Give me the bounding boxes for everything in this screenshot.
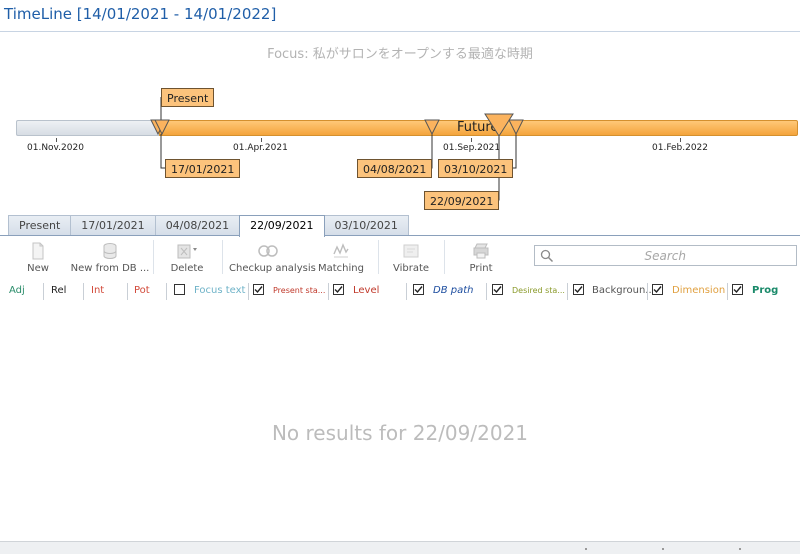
delete-label: Delete	[170, 263, 204, 274]
checkmark-icon	[414, 286, 423, 294]
filter-separator	[727, 283, 728, 300]
vibrate-icon	[403, 244, 419, 258]
tab-22-09-2021[interactable]: 22/09/2021	[239, 215, 325, 237]
matching-icon	[333, 243, 349, 258]
filter-separator	[83, 283, 84, 300]
filter-rel[interactable]: Rel	[51, 283, 66, 299]
resize-grip-dot	[739, 548, 741, 550]
search-placeholder: Search	[644, 249, 687, 263]
dimension-checkbox[interactable]	[652, 284, 663, 295]
vibrate-label: Vibrate	[393, 263, 430, 274]
marker-04-08-icon	[424, 119, 440, 136]
delete-icon	[177, 244, 197, 259]
toolbar-separator	[378, 240, 379, 274]
vibrate-button[interactable]: Vibrate	[393, 238, 429, 276]
filter-background[interactable]: Backgroun...	[592, 283, 655, 299]
checkmark-icon	[334, 286, 343, 294]
filter-desired-state[interactable]: Desired sta...	[512, 283, 565, 299]
checkmark-icon	[254, 286, 263, 294]
filter-separator	[248, 283, 249, 300]
prog-checkbox[interactable]	[732, 284, 743, 295]
new-from-db-button[interactable]: New from DB ...	[70, 238, 150, 276]
present-marker-label[interactable]: Present	[161, 88, 215, 107]
matching-label: Matching	[318, 263, 364, 274]
filter-prog[interactable]: Prog	[752, 283, 778, 299]
db-path-checkbox[interactable]	[413, 284, 424, 295]
search-input[interactable]: Search	[534, 245, 797, 266]
filter-separator	[406, 283, 407, 300]
filter-separator	[647, 283, 648, 300]
print-icon	[473, 243, 489, 259]
filter-separator	[486, 283, 487, 300]
desired-state-checkbox[interactable]	[492, 284, 503, 295]
background-checkbox[interactable]	[573, 284, 584, 295]
filter-int[interactable]: Int	[91, 283, 104, 299]
filter-separator	[127, 283, 128, 300]
date-tabs: Present 17/01/2021 04/08/2021 22/09/2021…	[8, 215, 409, 237]
filter-pot[interactable]: Pot	[134, 283, 150, 299]
filter-separator	[567, 283, 568, 300]
print-label: Print	[469, 263, 493, 274]
tab-present[interactable]: Present	[8, 215, 72, 236]
level-checkbox[interactable]	[333, 284, 344, 295]
timeline-markers	[150, 97, 524, 201]
toolbar-separator	[222, 240, 223, 274]
filter-separator	[328, 283, 329, 300]
new-from-db-label: New from DB ...	[70, 263, 150, 274]
marker-22-09-label[interactable]: 22/09/2021	[424, 191, 500, 210]
marker-17-01-label[interactable]: 17/01/2021	[165, 159, 241, 178]
marker-03-10-icon	[508, 119, 524, 136]
focus-text-checkbox[interactable]	[174, 284, 185, 295]
filter-focus-text[interactable]: Focus text	[194, 283, 245, 299]
filter-separator	[166, 283, 167, 300]
resize-grip-dot	[585, 548, 587, 550]
filter-db-path[interactable]: DB path	[433, 283, 473, 299]
database-icon	[103, 243, 117, 259]
print-button[interactable]: Print	[464, 238, 498, 276]
checkmark-icon	[493, 286, 502, 294]
present-state-checkbox[interactable]	[253, 284, 264, 295]
marker-04-08-label[interactable]: 04/08/2021	[357, 159, 433, 178]
tab-17-01-2021[interactable]: 17/01/2021	[70, 215, 156, 236]
new-button[interactable]: New	[20, 238, 56, 276]
filter-dimension[interactable]: Dimension	[672, 283, 725, 299]
new-document-icon	[32, 242, 44, 260]
checkmark-icon	[574, 286, 583, 294]
marker-03-10-label[interactable]: 03/10/2021	[438, 159, 514, 178]
status-bar	[0, 541, 800, 554]
toolbar-separator	[153, 240, 154, 274]
checkup-icon	[258, 245, 278, 257]
delete-button[interactable]: Delete	[168, 238, 206, 276]
matching-button[interactable]: Matching	[318, 238, 364, 276]
checkmark-icon	[733, 286, 742, 294]
filter-adj[interactable]: Adj	[9, 283, 25, 299]
checkmark-icon	[653, 286, 662, 294]
tab-underline	[0, 235, 800, 236]
tab-04-08-2021[interactable]: 04/08/2021	[154, 215, 241, 236]
toolbar-separator	[444, 240, 445, 274]
filter-present-state[interactable]: Present sta...	[273, 283, 325, 299]
marker-22-09-icon	[484, 113, 514, 137]
filter-level[interactable]: Level	[353, 283, 379, 299]
checkup-analysis-button[interactable]: Checkup analysis	[229, 238, 316, 276]
empty-results-message: No results for 22/09/2021	[271, 421, 529, 445]
filter-separator	[43, 283, 44, 300]
tab-03-10-2021[interactable]: 03/10/2021	[323, 215, 409, 236]
column-filters: Adj Rel Int Pot Focus text Present sta..…	[0, 283, 800, 301]
checkup-analysis-label: Checkup analysis	[229, 263, 316, 274]
resize-grip-dot	[662, 548, 664, 550]
search-icon	[540, 249, 554, 263]
new-label: New	[27, 263, 49, 274]
